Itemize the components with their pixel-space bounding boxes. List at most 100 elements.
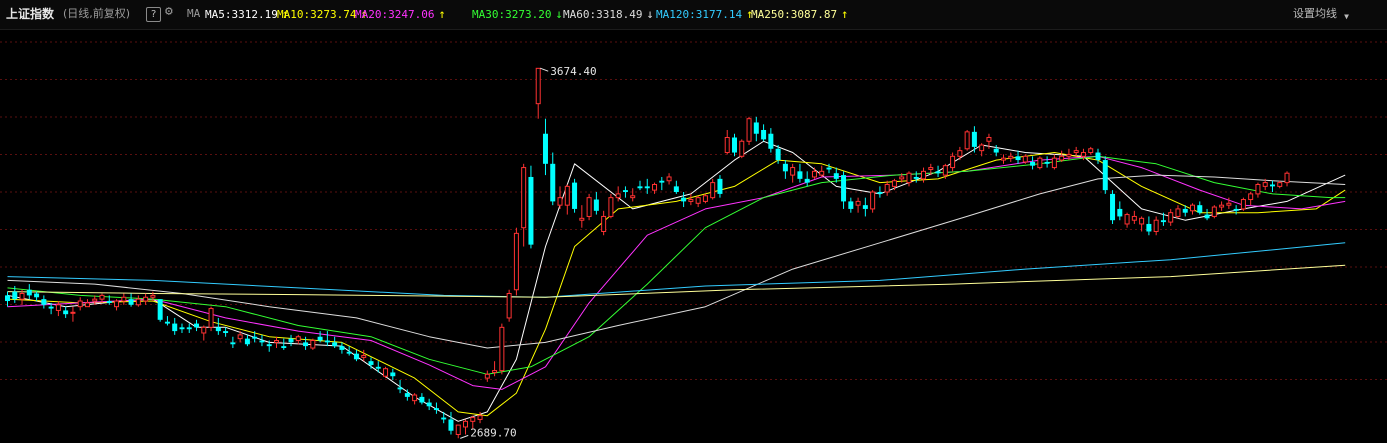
candle-body (19, 293, 25, 300)
candle (1219, 201, 1225, 211)
candle-body (317, 336, 323, 341)
candle (710, 178, 716, 200)
candle (717, 175, 723, 198)
candle (361, 349, 367, 362)
candle (77, 297, 83, 311)
help-icon[interactable]: ? (146, 7, 161, 22)
candle-body (1110, 193, 1116, 221)
candle (1269, 180, 1275, 193)
candle (55, 301, 61, 317)
ma-legend-ma250[interactable]: MA250:3087.87 ↑ (751, 7, 848, 22)
candle (259, 334, 265, 347)
candle (1059, 150, 1065, 162)
low-price-label: 2689.70 (470, 426, 516, 439)
candle-body (586, 197, 592, 217)
candle-body (1204, 214, 1210, 219)
gear-icon[interactable]: ⚙ (165, 5, 173, 19)
candle (1146, 216, 1152, 236)
candle-body (935, 171, 941, 174)
candle (659, 176, 665, 191)
index-name[interactable]: 上证指数 (6, 7, 54, 21)
candle-body (957, 150, 963, 157)
chevron-down-icon[interactable]: ▼ (1344, 10, 1349, 24)
candle-body (1153, 219, 1159, 232)
candle (157, 299, 163, 322)
candle-body (1219, 204, 1225, 208)
candle-body (1008, 155, 1014, 159)
candle-body (535, 67, 541, 105)
candle (499, 323, 505, 375)
candle-body (223, 331, 229, 333)
candle-body (1240, 199, 1246, 210)
candle-body (484, 373, 490, 379)
candle-body (833, 173, 839, 179)
candle-body (179, 327, 185, 330)
candle-body (521, 167, 527, 229)
candle-body (542, 133, 548, 164)
candle-body (368, 361, 374, 365)
candle (492, 361, 498, 377)
candle-body (710, 182, 716, 199)
ma-settings-button[interactable]: 设置均线 (1293, 7, 1337, 21)
candlestick-chart[interactable]: 3674.40 2689.70 (0, 30, 1387, 443)
candle (528, 165, 534, 249)
candle-body (906, 172, 912, 184)
candle-body (782, 163, 788, 172)
candle-body (1277, 182, 1283, 187)
candle (368, 357, 374, 369)
ma-legend-ma20[interactable]: MA20:3247.06 ↑ (355, 7, 446, 22)
candle (1051, 154, 1057, 170)
candle (63, 306, 69, 318)
candle-body (681, 197, 687, 202)
candle-body (419, 396, 425, 403)
candle (310, 338, 316, 350)
candle-body (208, 308, 214, 328)
candle (557, 186, 563, 209)
candle-body (12, 291, 18, 300)
candle-body (121, 296, 127, 302)
candle (1175, 205, 1181, 219)
candle (950, 152, 956, 172)
candle-body (528, 176, 534, 245)
candle-body (855, 200, 861, 206)
candle-body (1015, 156, 1021, 161)
candle-body (499, 326, 505, 372)
candle-body (993, 148, 999, 153)
candle-body (688, 199, 694, 202)
candle-body (659, 180, 665, 183)
trend-arrow-icon: ↑ (438, 7, 446, 21)
candle (201, 325, 207, 341)
candle-body (412, 394, 418, 402)
candle (782, 160, 788, 179)
candle-body (186, 327, 192, 330)
candle (1037, 156, 1043, 170)
candle (332, 336, 338, 349)
candle-body (215, 327, 221, 332)
candle-body (630, 195, 636, 199)
candle (848, 197, 854, 213)
candle (230, 336, 236, 349)
candle-body (804, 178, 810, 183)
candle-body (942, 165, 948, 176)
candle-body (593, 199, 599, 211)
ma-legend-ma30[interactable]: MA30:3273.20 ↓ (472, 7, 563, 22)
candle-body (1059, 155, 1065, 161)
candle (324, 331, 330, 347)
candle-body (862, 205, 868, 209)
candle-body (1175, 208, 1181, 217)
candle (753, 116, 759, 142)
candle-body (5, 295, 10, 302)
candle-body (811, 170, 817, 178)
candle-body (564, 185, 570, 206)
ma-legend-ma120[interactable]: MA120:3177.14 ↑ (656, 7, 753, 22)
candle (143, 293, 149, 305)
candle (1015, 150, 1021, 164)
candle-body (281, 346, 287, 349)
candle-body (739, 140, 745, 157)
candle-body (797, 171, 803, 179)
ma-legend-ma60[interactable]: MA60:3318.49 ↓ (563, 7, 654, 22)
candle (681, 192, 687, 208)
candle-body (622, 190, 628, 193)
annotation-pointer (540, 67, 549, 72)
candle-body (1044, 161, 1050, 164)
